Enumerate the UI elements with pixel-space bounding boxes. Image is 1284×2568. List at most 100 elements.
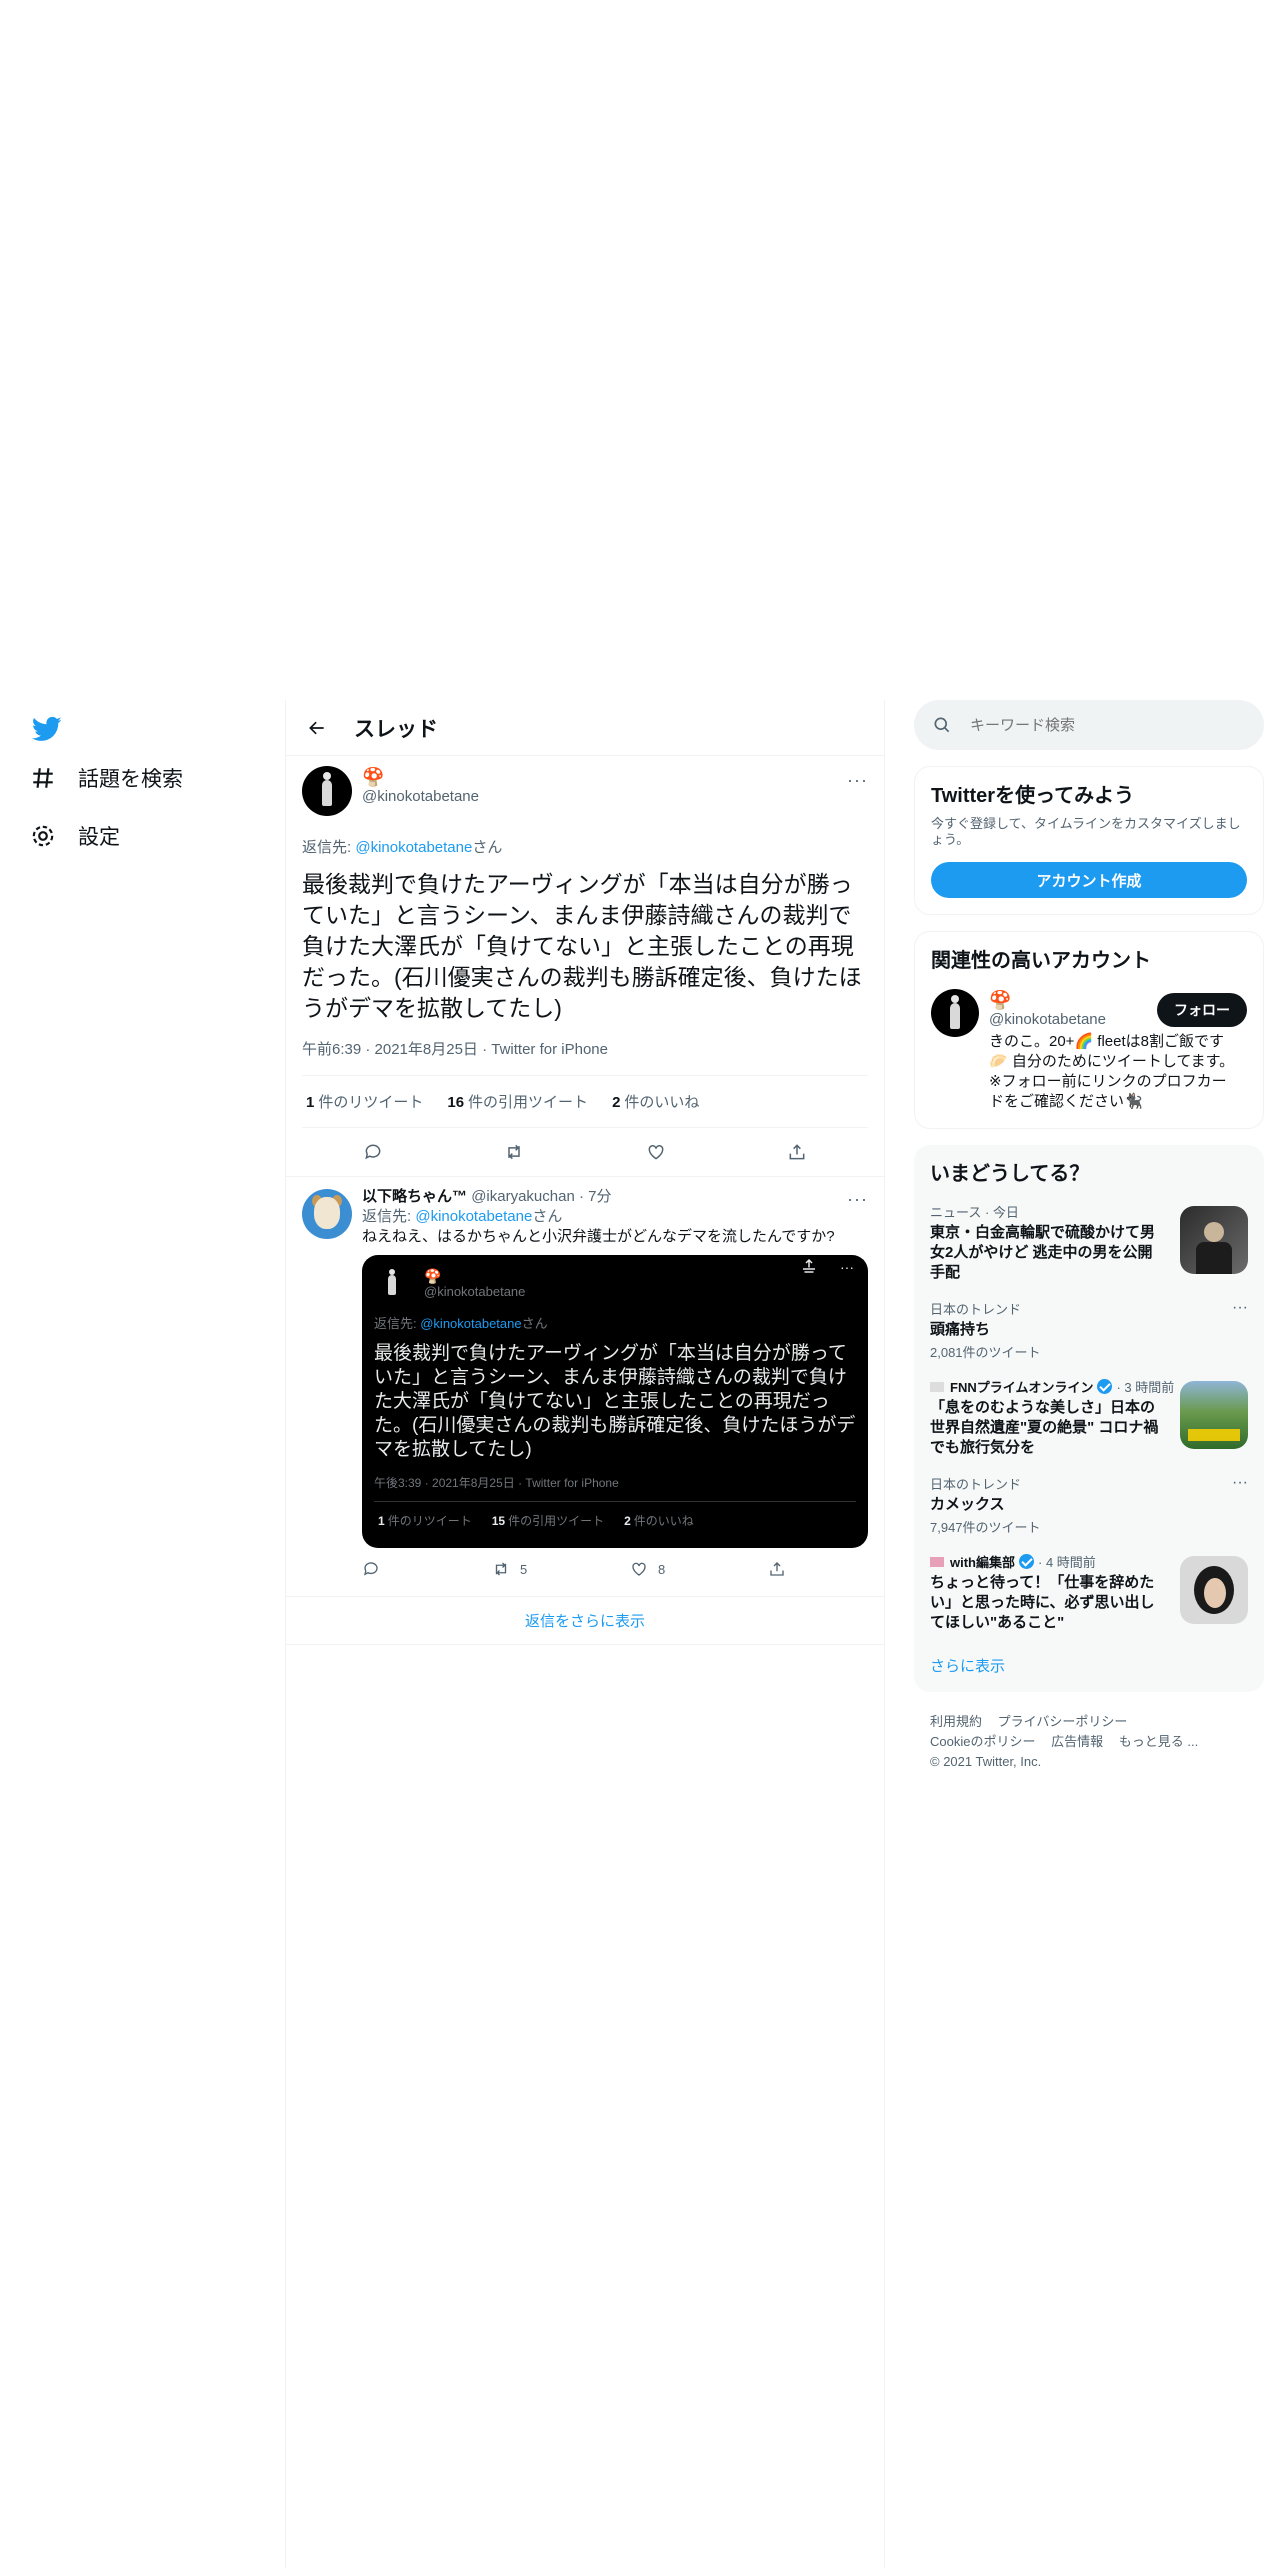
arrow-left-icon [309, 721, 324, 734]
trend-headline: カメックス [930, 1496, 1005, 1513]
quote-reply-prefix: 返信先: [374, 1316, 421, 1331]
quote-quotes-label: 件の引用ツイート [508, 1513, 605, 1528]
quotes-stat[interactable]: 16 件の引用ツイート [447, 1091, 588, 1112]
retweets-stat[interactable]: 1 件のリツイート [306, 1091, 423, 1112]
privacy-link[interactable]: プライバシーポリシー [998, 1714, 1128, 1729]
likes-label: 件のいいね [624, 1094, 700, 1111]
ads-link[interactable]: 広告情報 [1051, 1734, 1103, 1749]
quoted-tweet-image[interactable]: 🍄 @kinokotabetane ··· 返信先: @kinokotabeta… [362, 1255, 868, 1548]
search-box[interactable] [914, 700, 1264, 750]
reply-to: 返信先: @kinokotabetaneさん [362, 1207, 868, 1227]
reply-icon[interactable] [363, 1142, 383, 1162]
trend-headline: 東京・白金高輪駅で硫酸かけて男女2人がやけど 逃走中の男を公開手配 [930, 1224, 1156, 1281]
reply-button[interactable] [362, 1560, 492, 1578]
avatar[interactable] [302, 766, 352, 816]
trend-item[interactable]: with編集部 · 4 時間前 ちょっと待って！「仕事を辞めたい」と思った時に、… [930, 1552, 1248, 1633]
thread-header: スレッド [286, 700, 884, 756]
retweets-label: 件のリツイート [318, 1094, 424, 1111]
retweet-icon [495, 1562, 507, 1576]
related-bio: きのこ。20+🌈 fleetは8割ご飯です🥟 自分のためにツイートしてます。※フ… [989, 1033, 1235, 1110]
cookie-link[interactable]: Cookieのポリシー [930, 1734, 1035, 1749]
reply-to-handle-link[interactable]: @kinokotabetane [355, 839, 472, 856]
more-options-icon: ··· [840, 1259, 854, 1275]
quote-reply-to: 返信先: @kinokotabetaneさん [374, 1313, 856, 1332]
back-button[interactable] [302, 713, 332, 743]
author-handle[interactable]: @kinokotabetane [362, 788, 479, 805]
source-logo-icon [930, 1381, 944, 1392]
avatar [374, 1265, 410, 1301]
like-button[interactable]: 8 [630, 1560, 768, 1578]
more-options-icon[interactable]: ··· [1232, 1474, 1248, 1492]
reply-to: 返信先: @kinokotabetaneさん [302, 836, 868, 857]
trend-item[interactable]: ··· 日本のトレンド カメックス 7,947件のツイート [930, 1474, 1248, 1536]
quote-text: 最後裁判で負けたアーヴィングが「本当は自分が勝っていた」と言うシーン、まんま伊藤… [374, 1343, 856, 1460]
quote-timestamp: 午後3:39 · 2021年8月25日 · Twitter for iPhone [374, 1474, 856, 1502]
tweet-timestamp[interactable]: 午前6:39 · 2021年8月25日 · Twitter for iPhone [302, 1038, 868, 1076]
related-account[interactable]: 🍄 @kinokotabetane きのこ。20+🌈 fleetは8割ご飯です🥟… [931, 989, 1247, 1112]
likes-stat[interactable]: 2 件のいいね [612, 1091, 699, 1112]
signup-desc: 今すぐ登録して、タイムラインをカスタマイズしましょう。 [931, 816, 1241, 847]
reply-to-handle-link[interactable]: @kinokotabetane [415, 1208, 532, 1225]
gear-icon [32, 825, 54, 847]
trend-count: 7,947件のツイート [930, 1520, 1041, 1535]
nav-explore[interactable]: 話題を検索 [30, 758, 183, 798]
twitter-logo-icon[interactable] [30, 714, 64, 744]
trend-headline: ちょっと待って！「仕事を辞めたい」と思った時に、必ず思い出してほしい"あること" [930, 1574, 1155, 1631]
reply-tweet[interactable]: ··· 以下略ちゃん™ @ikaryakuchan · 7分 返信先: @kin… [286, 1177, 884, 1597]
trend-headline: 頭痛持ち [930, 1321, 991, 1338]
tweet-text: 最後裁判で負けたアーヴィングが「本当は自分が勝っていた」と言うシーン、まんま伊藤… [302, 871, 862, 1021]
create-account-button[interactable]: アカウント作成 [931, 862, 1247, 898]
trends-panel: いまどうしてる？ ニュース · 今日 東京・白金高輪駅で硫酸かけて男女2人がやけ… [914, 1145, 1264, 1692]
retweets-count: 1 [306, 1094, 315, 1111]
trend-category: 日本のトレンド [930, 1302, 1022, 1317]
verified-icon [1019, 1554, 1034, 1569]
trend-item[interactable]: ニュース · 今日 東京・白金高輪駅で硫酸かけて男女2人がやけど 逃走中の男を公… [930, 1202, 1248, 1283]
search-input[interactable] [970, 716, 1230, 734]
nav-settings[interactable]: 設定 [30, 816, 120, 856]
trend-item[interactable]: FNNプライムオンライン · 3 時間前 「息をのむような美しさ」日本の世界自然… [930, 1377, 1248, 1458]
share-icon[interactable] [787, 1142, 807, 1162]
trends-show-more-link[interactable]: さらに表示 [930, 1655, 1248, 1676]
retweet-count: 5 [520, 1561, 528, 1577]
quote-author: 🍄 @kinokotabetane [374, 1265, 856, 1301]
like-count: 8 [658, 1561, 666, 1577]
quotes-count: 16 [447, 1094, 465, 1111]
share-icon [770, 1562, 784, 1576]
more-options-icon[interactable]: ··· [847, 1189, 868, 1210]
terms-link[interactable]: 利用規約 [930, 1714, 982, 1729]
trend-item[interactable]: ··· 日本のトレンド 頭痛持ち 2,081件のツイート [930, 1299, 1248, 1361]
trend-category: 日本のトレンド [930, 1477, 1022, 1492]
reply-suffix: さん [532, 1208, 563, 1225]
trend-headline: 「息をのむような美しさ」日本の世界自然遺産"夏の絶景" コロナ禍でも旅行気分を [930, 1399, 1159, 1456]
share-icon [803, 1258, 815, 1273]
more-options-icon[interactable]: ··· [847, 770, 868, 791]
like-icon[interactable] [646, 1142, 666, 1162]
avatar[interactable] [931, 989, 979, 1037]
like-icon [632, 1562, 646, 1576]
reply-author-name[interactable]: 以下略ちゃん™ [362, 1188, 467, 1205]
reply-prefix: 返信先: [302, 839, 356, 856]
trend-thumbnail [1180, 1381, 1248, 1449]
reply-prefix: 返信先: [362, 1208, 416, 1225]
source-logo-icon [930, 1556, 944, 1567]
retweet-icon[interactable] [504, 1142, 524, 1162]
trend-source-name: FNNプライムオンライン [950, 1380, 1094, 1395]
more-link[interactable]: もっと見る ... [1119, 1734, 1198, 1749]
page-title: スレッド [354, 717, 438, 741]
author-display-name[interactable]: 🍄 [362, 766, 479, 788]
avatar[interactable] [302, 1189, 352, 1239]
trends-title: いまどうしてる？ [930, 1163, 1090, 1185]
show-more-replies-link[interactable]: 返信をさらに表示 [286, 1597, 884, 1645]
share-button[interactable] [768, 1560, 796, 1578]
reply-actions: 5 8 [362, 1554, 868, 1584]
retweet-button[interactable]: 5 [492, 1560, 630, 1578]
more-options-icon[interactable]: ··· [1232, 1299, 1248, 1317]
tweet-author: 🍄 @kinokotabetane ··· [302, 766, 868, 822]
follow-button[interactable]: フォロー [1157, 993, 1247, 1027]
likes-count: 2 [612, 1094, 621, 1111]
reply-handle-time[interactable]: @ikaryakuchan · 7分 [471, 1188, 611, 1205]
reply-text: ねえねえ、はるかちゃんと小沢弁護士がどんなデマを流したんですか? [362, 1228, 835, 1245]
quote-stats: 1 件のリツイート 15 件の引用ツイート 2 件のいいね [374, 1502, 856, 1538]
footer-links: 利用規約 プライバシーポリシー Cookieのポリシー 広告情報 もっと見る .… [914, 1712, 1264, 1772]
thread-column: スレッド 🍄 @kinokotabetane ··· 返信先: @kinokot… [285, 700, 885, 2568]
